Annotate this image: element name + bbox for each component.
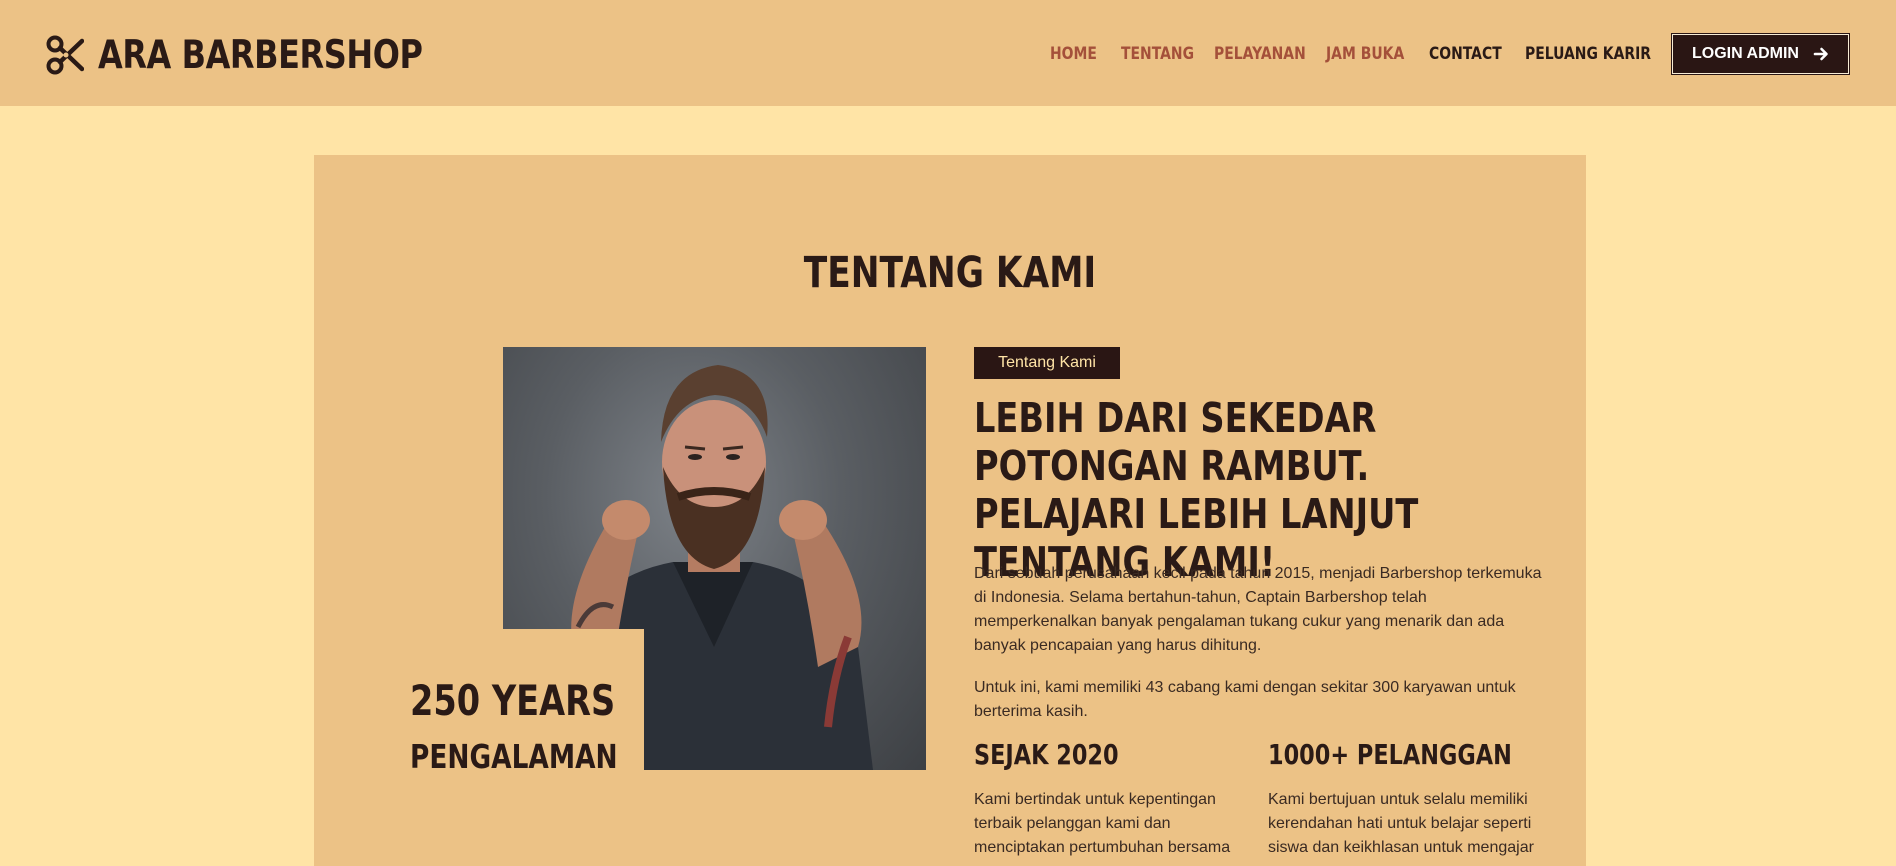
stat-since-title: SEJAK 2020 (974, 738, 1119, 771)
about-paragraph-1: Dari sebuah perusahaan kecil pada tahun … (974, 565, 1542, 654)
stat-since-text: Kami bertindak untuk kepentingan terbaik… (974, 791, 1231, 856)
site-header: ARA BARBERSHOP HOME TENTANG PELAYANAN JA… (0, 0, 1896, 106)
about-tag-badge: Tentang Kami (974, 347, 1120, 379)
stat-customers-title: 1000+ PELANGGAN (1268, 738, 1512, 771)
arrow-right-icon (1813, 47, 1828, 61)
brand-logo[interactable]: ARA BARBERSHOP (46, 28, 494, 82)
nav-peluang-karir[interactable]: PELUANG KARIR (1525, 40, 1651, 68)
stat-customers-text: Kami bertujuan untuk selalu memiliki ker… (1268, 791, 1534, 856)
nav-pelayanan[interactable]: PELAYANAN (1214, 40, 1306, 68)
login-admin-label: LOGIN ADMIN (1692, 45, 1799, 62)
nav-contact[interactable]: CONTACT (1429, 40, 1502, 68)
brand-title: ARA BARBERSHOP (98, 32, 423, 78)
experience-label: PENGALAMAN (410, 737, 618, 776)
scissors-icon (46, 35, 84, 75)
about-paragraph-2: Untuk ini, kami memiliki 43 cabang kami … (974, 679, 1516, 720)
nav-tentang[interactable]: TENTANG (1121, 40, 1194, 68)
nav-home[interactable]: HOME (1050, 40, 1097, 68)
about-headline: LEBIH DARI SEKEDAR POTONGAN RAMBUT. PELA… (974, 394, 1419, 586)
login-admin-button[interactable]: LOGIN ADMIN (1671, 33, 1850, 75)
nav-jam-buka[interactable]: JAM BUKA (1326, 40, 1404, 68)
section-title: TENTANG KAMI (803, 248, 1097, 298)
experience-number: 250 YEARS (410, 676, 616, 725)
